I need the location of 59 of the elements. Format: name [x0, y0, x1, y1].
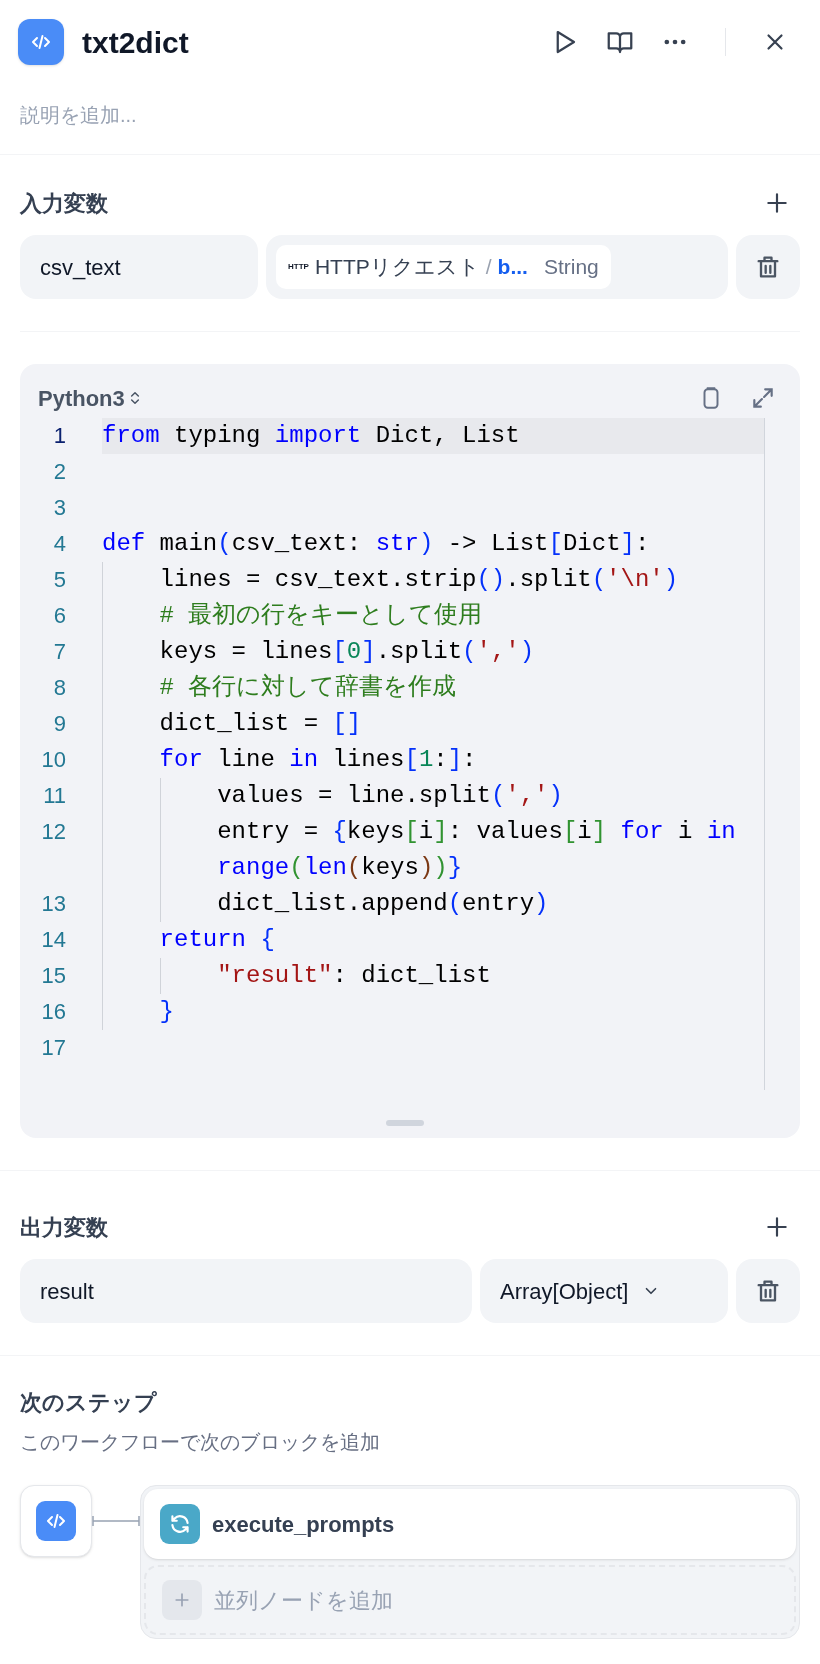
section-subtitle: このワークフローで次のブロックを追加: [20, 1430, 381, 1455]
line-number: 8: [52, 674, 66, 702]
code-line: "result": dict_list: [216, 961, 492, 991]
variable-name-field[interactable]: result: [20, 1259, 472, 1323]
node-title: txt2dict: [82, 24, 189, 61]
line-number: 9: [52, 710, 66, 738]
plus-icon: [162, 1580, 202, 1620]
variable-name-field[interactable]: csv_text: [20, 235, 258, 299]
source-type: String: [543, 254, 599, 281]
code-line: dict_list = []: [158, 709, 363, 739]
code-line: from typing import Dict, List: [102, 421, 521, 451]
description-field[interactable]: 説明を追加...: [20, 100, 720, 130]
line-number: 5: [52, 566, 66, 594]
line-number: 4: [52, 530, 66, 558]
line-number: 17: [40, 1034, 66, 1062]
code-line: # 最初の行をキーとして使用: [158, 601, 484, 631]
line-number: 6: [52, 602, 66, 630]
code-line: values = line.split(','): [216, 781, 564, 811]
code-line: entry = {keys[i]: values[i] for i in range(len(keys))}: [216, 817, 737, 883]
type-dropdown[interactable]: Array[Object]: [480, 1259, 728, 1323]
code-line: dict_list.append(entry): [216, 889, 550, 919]
line-number: 2: [52, 458, 66, 486]
code-line: def main(csv_text: str) -> List[Dict]:: [102, 529, 651, 559]
code-line: }: [158, 997, 175, 1027]
line-number: 10: [40, 746, 66, 774]
delete-button[interactable]: [736, 1259, 800, 1323]
line-number: 14: [40, 926, 66, 954]
http-label: HTTP: [288, 261, 309, 273]
add-icon[interactable]: [764, 1214, 790, 1240]
code-editor[interactable]: [20, 364, 800, 1138]
line-number: 1: [52, 422, 66, 450]
section-heading: 入力変数: [20, 189, 108, 218]
code-line: return {: [158, 925, 276, 955]
line-number: 3: [52, 494, 66, 522]
line-number: 16: [40, 998, 66, 1026]
add-icon[interactable]: [764, 190, 790, 216]
code-line: for line in lines[1:]:: [158, 745, 478, 775]
source-field: b...: [497, 251, 528, 283]
connector-line: [92, 1516, 140, 1526]
variable-source-field[interactable]: HTTP HTTPリクエスト / b... String: [266, 235, 728, 299]
code-line: # 各行に対して辞書を作成: [158, 673, 458, 703]
next-node-card[interactable]: execute_prompts: [144, 1489, 796, 1559]
separator-label: /: [485, 254, 492, 281]
source-node-label: HTTPリクエスト: [314, 254, 480, 281]
resize-handle[interactable]: [386, 1120, 424, 1126]
delete-button[interactable]: [736, 235, 800, 299]
line-number: 7: [52, 638, 66, 666]
node-label: execute_prompts: [212, 1510, 395, 1539]
loop-node-icon: [160, 1504, 200, 1544]
line-number: 11: [42, 782, 66, 810]
language-selector[interactable]: Python3: [38, 381, 143, 415]
code-line: keys = lines[0].split(','): [158, 637, 536, 667]
line-number: 15: [40, 962, 66, 990]
line-number: 12: [40, 818, 66, 846]
expand-icon[interactable]: [750, 385, 776, 411]
section-heading: 出力変数: [20, 1213, 108, 1242]
line-number: 13: [40, 890, 66, 918]
code-line: lines = csv_text.strip().split('\n'): [158, 565, 680, 595]
section-heading: 次のステップ: [20, 1389, 158, 1417]
